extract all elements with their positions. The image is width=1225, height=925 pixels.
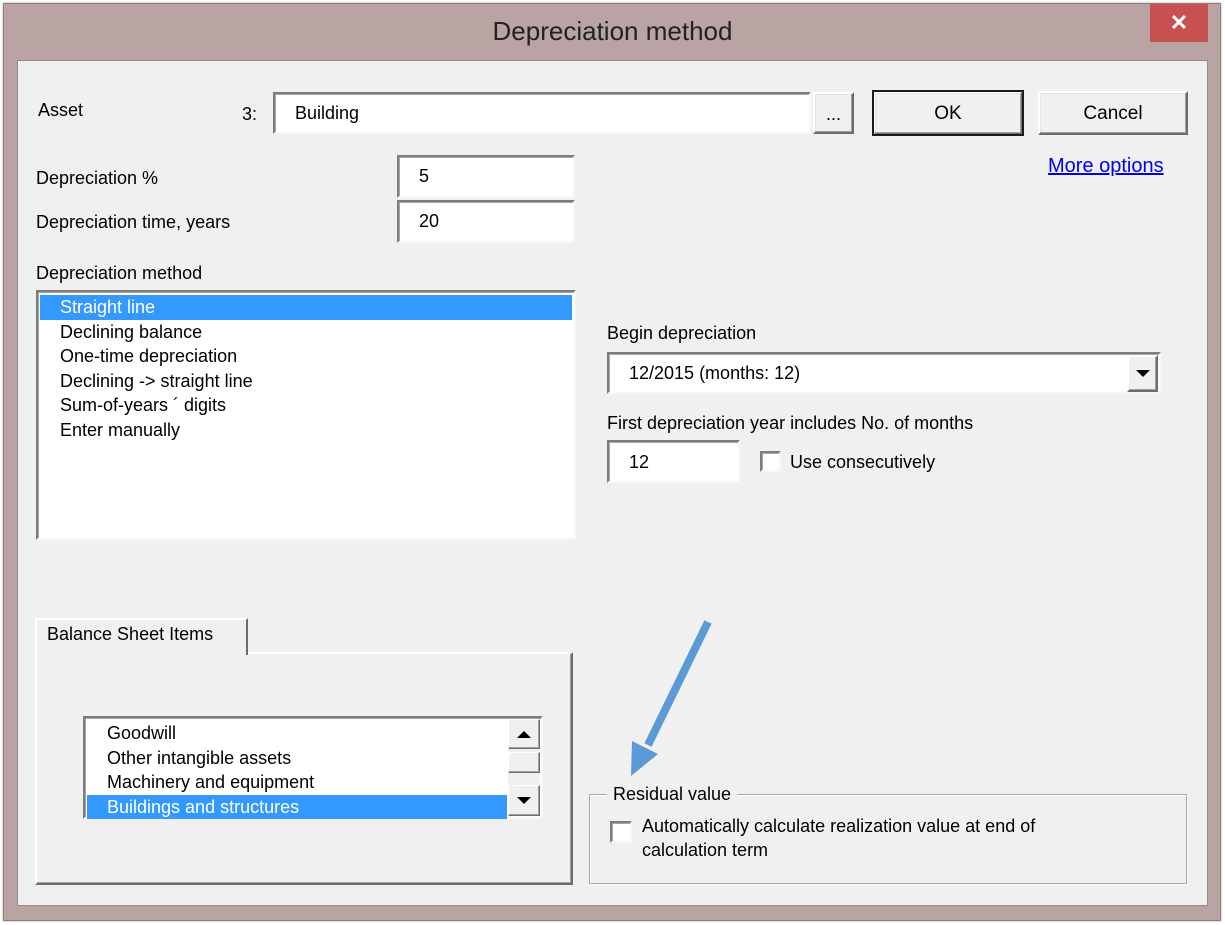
arrow-head-icon [631,741,658,776]
arrow-shaft [644,620,712,747]
annotation-arrow [631,620,712,776]
